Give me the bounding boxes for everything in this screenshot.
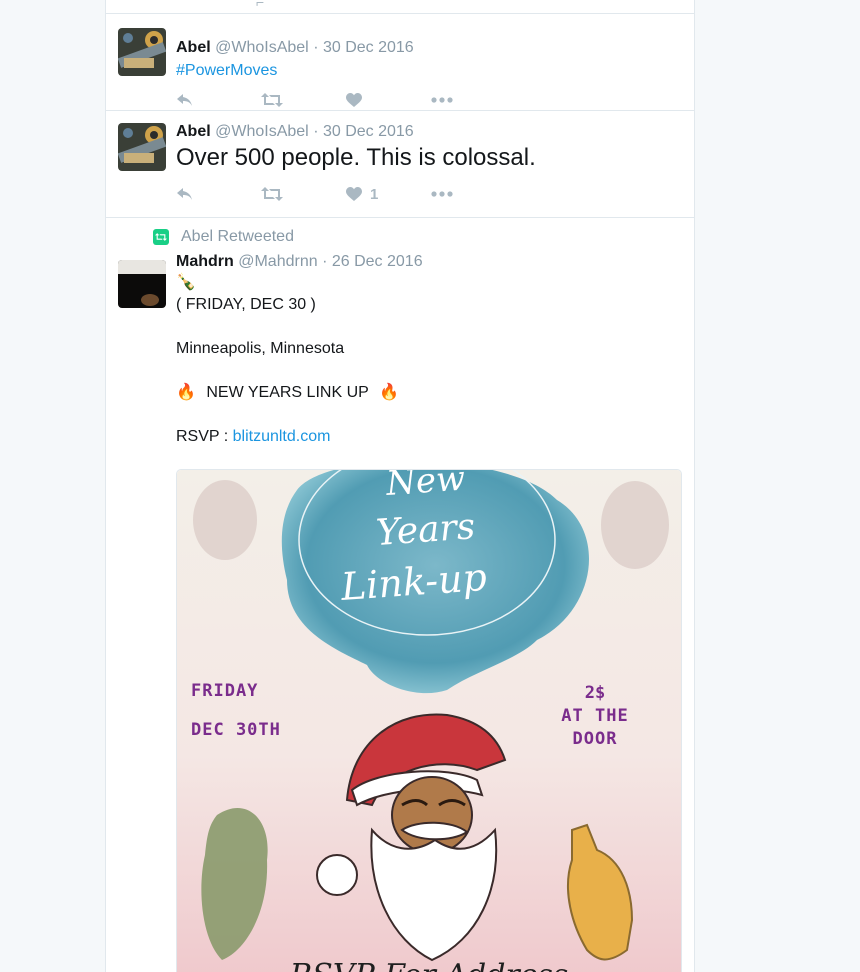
retweet-badge-icon (153, 229, 169, 245)
more-icon (431, 97, 453, 103)
tweet-header: Mahdrn @Mahdrnn · 26 Dec 2016 (176, 252, 682, 272)
retweet-icon (261, 187, 283, 201)
poster-title-line1: New (384, 470, 467, 504)
tweet-actions: 1 (176, 182, 682, 206)
retweet-context-label[interactable]: Abel Retweeted (181, 224, 294, 250)
heart-icon (346, 186, 362, 201)
display-name[interactable]: Mahdrn (176, 253, 234, 270)
rsvp-label: RSVP : (176, 428, 229, 445)
more-button[interactable] (431, 97, 516, 103)
tweet-text-line: ( FRIDAY, DEC 30 ) (176, 296, 316, 313)
separator: · (313, 123, 319, 140)
fire-emoji: 🔥 (176, 384, 196, 401)
retweet-icon (261, 93, 283, 107)
user-handle[interactable]: @Mahdrnn (238, 253, 317, 270)
tweet-header: Abel @WhoIsAbel · 30 Dec 2016 (176, 38, 682, 58)
reply-button[interactable] (176, 186, 261, 202)
hashtag-link[interactable]: #PowerMoves (176, 62, 277, 79)
reply-icon (177, 188, 192, 200)
rsvp-line: RSVP : blitzunltd.com (176, 426, 682, 448)
poster-price: 2$ (585, 683, 605, 703)
like-count: 1 (370, 185, 379, 203)
champagne-emoji: 🍾 (176, 274, 196, 291)
tweet-text-line: Minneapolis, Minnesota (176, 340, 345, 357)
retweet-icon[interactable]: ⌐ (256, 0, 264, 10)
avatar[interactable] (118, 28, 166, 76)
retweet-context: Abel Retweeted (106, 224, 694, 250)
separator: · (313, 39, 319, 56)
reply-icon (177, 94, 192, 106)
tweet-text: #PowerMoves (176, 60, 682, 82)
like-button[interactable] (346, 92, 431, 108)
retweet-button[interactable] (261, 186, 346, 202)
timestamp[interactable]: 30 Dec 2016 (323, 123, 414, 140)
more-button[interactable] (431, 191, 516, 197)
separator: · (322, 253, 328, 270)
poster-title-line2: Years (375, 506, 477, 554)
rsvp-link[interactable]: blitzunltd.com (233, 428, 331, 445)
poster-date: DEC 30TH (191, 720, 281, 740)
tweet[interactable]: Abel @WhoIsAbel · 30 Dec 2016 Over 500 p… (106, 111, 694, 218)
user-handle[interactable]: @WhoIsAbel (215, 123, 309, 140)
poster-price-line2: AT THE (561, 706, 628, 726)
heart-icon (346, 92, 362, 107)
poster-day: FRIDAY (191, 681, 258, 701)
display-name[interactable]: Abel (176, 39, 211, 56)
avatar[interactable] (118, 260, 166, 308)
like-button[interactable]: 1 (346, 186, 431, 203)
reply-button[interactable] (176, 92, 261, 108)
avatar[interactable] (118, 123, 166, 171)
poster-price-line3: DOOR (573, 729, 618, 749)
poster-footer: RSVP For Address (289, 958, 569, 972)
tweet-text: Over 500 people. This is colossal. (176, 144, 536, 171)
fire-emoji: 🔥 (379, 384, 400, 401)
display-name[interactable]: Abel (176, 123, 211, 140)
timestamp[interactable]: 30 Dec 2016 (323, 39, 414, 56)
tweet[interactable]: Abel @WhoIsAbel · 30 Dec 2016 #PowerMove… (106, 14, 694, 111)
tweet-image[interactable]: New Years Link-up FRIDAY DEC 30TH 2$ AT … (176, 469, 682, 972)
user-handle[interactable]: @WhoIsAbel (215, 39, 309, 56)
previous-tweet-bottom: ⌐ (106, 0, 694, 14)
tweet-header: Abel @WhoIsAbel · 30 Dec 2016 (176, 122, 682, 142)
timestamp[interactable]: 26 Dec 2016 (332, 253, 423, 270)
retweet-button[interactable] (261, 92, 346, 108)
more-icon (431, 191, 453, 197)
tweet[interactable]: Abel Retweeted Mahdrn @Mahdrnn · 26 Dec … (106, 224, 694, 972)
tweet-text-line: 🔥 NEW YEARS LINK UP 🔥 (176, 382, 682, 404)
timeline: ⌐ Abel @WhoIsAbel · 30 Dec 2016 #PowerMo… (105, 0, 695, 972)
tweet-actions (176, 88, 682, 112)
event-title: NEW YEARS LINK UP (206, 384, 369, 401)
